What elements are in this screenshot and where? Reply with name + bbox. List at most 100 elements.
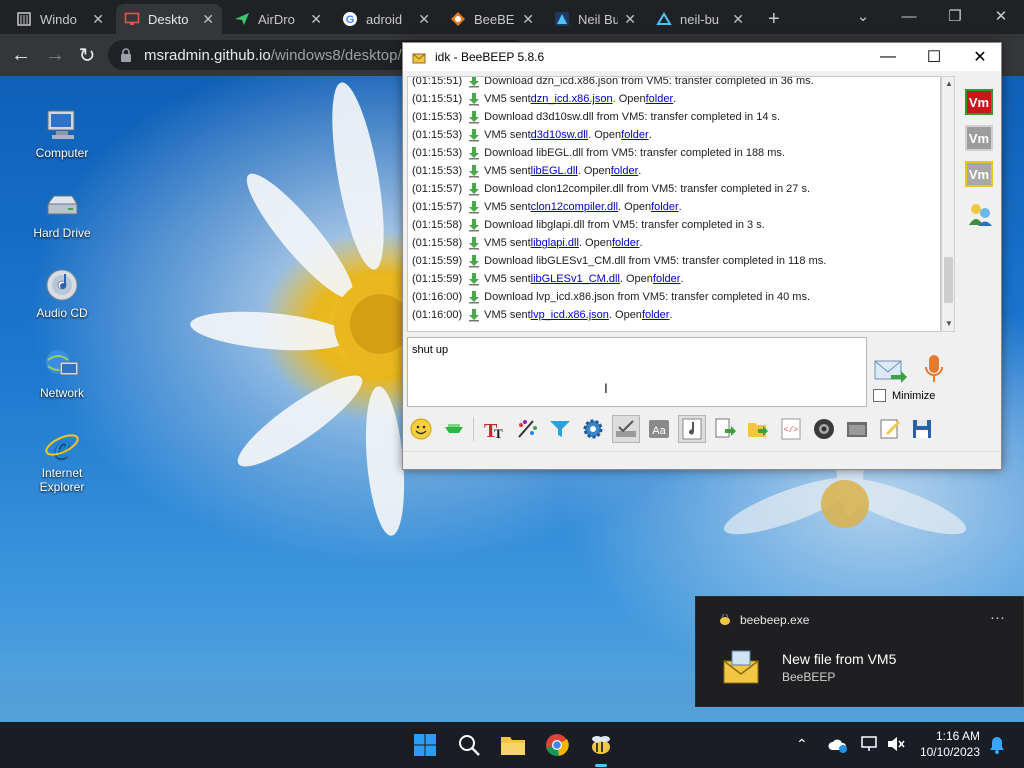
tab-desktop[interactable]: Deskto ✕ bbox=[116, 4, 222, 34]
microphone-icon[interactable] bbox=[923, 353, 945, 385]
log-timestamp: (01:15:57) bbox=[412, 183, 463, 195]
emoticon-button[interactable] bbox=[407, 415, 435, 443]
clear-button[interactable] bbox=[843, 415, 871, 443]
volume-muted-icon[interactable] bbox=[886, 735, 906, 753]
open-folder-link[interactable]: folder bbox=[611, 165, 639, 177]
browser-close-button[interactable]: ✕ bbox=[978, 0, 1024, 32]
desktop-icon-audio-cd[interactable]: Audio CD bbox=[20, 268, 104, 320]
toast-menu-icon[interactable]: ··· bbox=[990, 609, 1005, 626]
tab-neil-bu[interactable]: Neil Bu ✕ bbox=[546, 4, 644, 34]
tab-search-icon[interactable]: ⌄ bbox=[840, 0, 886, 32]
send-folder-button[interactable] bbox=[744, 415, 772, 443]
download-arrow-icon bbox=[469, 129, 480, 142]
chevron-up-icon[interactable]: ⌃ bbox=[796, 736, 808, 753]
tab-windows[interactable]: Windo ✕ bbox=[8, 4, 112, 34]
music-note-button[interactable] bbox=[678, 415, 706, 443]
file-link[interactable]: libGLESv1_CM.dll bbox=[531, 273, 620, 285]
tab-beebeep[interactable]: BeeBE ✕ bbox=[442, 4, 542, 34]
beebeep-taskbar-button[interactable] bbox=[586, 730, 616, 767]
file-link[interactable]: libEGL.dll bbox=[531, 165, 578, 177]
desktop-icon-network[interactable]: Network bbox=[20, 348, 104, 400]
close-tab-icon[interactable]: ✕ bbox=[310, 11, 322, 28]
users-group-icon[interactable] bbox=[967, 201, 993, 227]
network-status-icon[interactable] bbox=[860, 735, 880, 753]
desktop-icon-computer[interactable]: Computer bbox=[20, 108, 104, 160]
notification-toast[interactable]: beebeep.exe ··· New file from VM5 BeeBEE… bbox=[695, 596, 1024, 707]
minimize-checkbox[interactable]: Minimize bbox=[873, 389, 935, 402]
user-vm-away[interactable]: Vm bbox=[965, 161, 993, 187]
open-folder-link[interactable]: folder bbox=[646, 93, 674, 105]
user-vm-active[interactable]: Vm bbox=[965, 89, 993, 115]
tab-label: Neil Bu bbox=[578, 11, 619, 27]
settings-button[interactable] bbox=[579, 415, 607, 443]
chrome-button[interactable] bbox=[542, 730, 572, 760]
message-input[interactable]: shut up I bbox=[407, 337, 867, 407]
new-tab-button[interactable]: + bbox=[760, 4, 794, 34]
spell-check-button[interactable] bbox=[612, 415, 640, 443]
scroll-down-icon[interactable]: ▼ bbox=[943, 318, 955, 330]
close-tab-icon[interactable]: ✕ bbox=[732, 11, 744, 28]
monitor-icon bbox=[124, 12, 140, 25]
onedrive-icon[interactable] bbox=[828, 736, 848, 754]
close-tab-icon[interactable]: ✕ bbox=[418, 11, 430, 28]
file-link[interactable]: libglapi.dll bbox=[531, 237, 579, 249]
back-button[interactable]: ← bbox=[8, 43, 34, 67]
text-format-button[interactable]: TT bbox=[480, 415, 508, 443]
download-arrow-icon bbox=[469, 237, 480, 250]
screenshot-button[interactable] bbox=[810, 415, 838, 443]
close-tab-icon[interactable]: ✕ bbox=[522, 11, 534, 28]
log-line: (01:15:53) VM5 sent libEGL.dll. Open fold… bbox=[412, 162, 641, 180]
window-maximize-button[interactable]: ☐ bbox=[911, 43, 957, 71]
close-tab-icon[interactable]: ✕ bbox=[624, 11, 636, 28]
notification-bell-icon[interactable] bbox=[988, 735, 1006, 755]
send-file-button[interactable] bbox=[711, 415, 739, 443]
filter-button[interactable] bbox=[546, 415, 574, 443]
window-close-button[interactable]: ✕ bbox=[957, 43, 1003, 71]
settings-icon bbox=[581, 417, 605, 441]
open-folder-link[interactable]: folder bbox=[653, 273, 681, 285]
forward-button[interactable]: → bbox=[42, 43, 68, 67]
floppy-button[interactable] bbox=[909, 415, 937, 443]
highlighter-button[interactable] bbox=[440, 415, 468, 443]
desktop-icon-internet-explorer[interactable]: e Internet Explorer bbox=[20, 428, 104, 494]
windows-start-button[interactable] bbox=[410, 730, 440, 760]
close-tab-icon[interactable]: ✕ bbox=[202, 11, 214, 28]
file-link[interactable]: clon12compiler.dll bbox=[531, 201, 618, 213]
tab-neil-bu-2[interactable]: neil-bu ✕ bbox=[648, 4, 752, 34]
chat-scrollbar[interactable]: ▲ ▼ bbox=[941, 76, 955, 332]
open-folder-link[interactable]: folder bbox=[612, 237, 640, 249]
window-minimize-button[interactable]: — bbox=[865, 43, 911, 71]
font-button[interactable]: Aa bbox=[645, 415, 673, 443]
log-text: VM5 sent bbox=[484, 309, 531, 321]
open-folder-link[interactable]: folder bbox=[651, 201, 679, 213]
user-vm-offline[interactable]: Vm bbox=[965, 125, 993, 151]
file-link[interactable]: dzn_icd.x86.json bbox=[531, 93, 613, 105]
close-tab-icon[interactable]: ✕ bbox=[92, 11, 104, 28]
log-text: VM5 sent bbox=[484, 201, 531, 213]
url-host: msradmin.github.io bbox=[144, 46, 271, 64]
file-link[interactable]: lvp_icd.x86.json bbox=[531, 309, 609, 321]
clock-time: 1:16 AM bbox=[935, 729, 980, 743]
url-path: /windows8/desktop/de bbox=[270, 46, 419, 64]
checkbox-icon[interactable] bbox=[873, 389, 886, 402]
tab-airdroid[interactable]: AirDro ✕ bbox=[226, 4, 330, 34]
tab-google[interactable]: G adroid ✕ bbox=[334, 4, 438, 34]
file-link[interactable]: d3d10sw.dll bbox=[531, 129, 589, 141]
system-clock[interactable]: 1:16 AM 10/10/2023 bbox=[920, 728, 980, 760]
save-button[interactable] bbox=[876, 415, 904, 443]
scroll-up-icon[interactable]: ▲ bbox=[943, 78, 955, 90]
open-folder-link[interactable]: folder bbox=[642, 309, 670, 321]
download-arrow-icon bbox=[469, 219, 480, 232]
taskbar-search-button[interactable] bbox=[454, 730, 484, 760]
file-explorer-button[interactable] bbox=[498, 730, 528, 760]
desktop-icon-hard-drive[interactable]: Hard Drive bbox=[20, 188, 104, 240]
chat-log[interactable]: (01:15:51) Download dzn_icd.x86.json from… bbox=[407, 76, 941, 332]
scroll-thumb[interactable] bbox=[944, 257, 953, 303]
code-button[interactable]: </> bbox=[777, 415, 805, 443]
browser-restore-button[interactable]: ❐ bbox=[932, 0, 978, 32]
browser-minimize-button[interactable]: — bbox=[886, 0, 932, 32]
reload-button[interactable]: ↻ bbox=[74, 43, 100, 67]
color-palette-button[interactable] bbox=[513, 415, 541, 443]
open-folder-link[interactable]: folder bbox=[621, 129, 649, 141]
send-message-icon[interactable] bbox=[873, 355, 907, 385]
